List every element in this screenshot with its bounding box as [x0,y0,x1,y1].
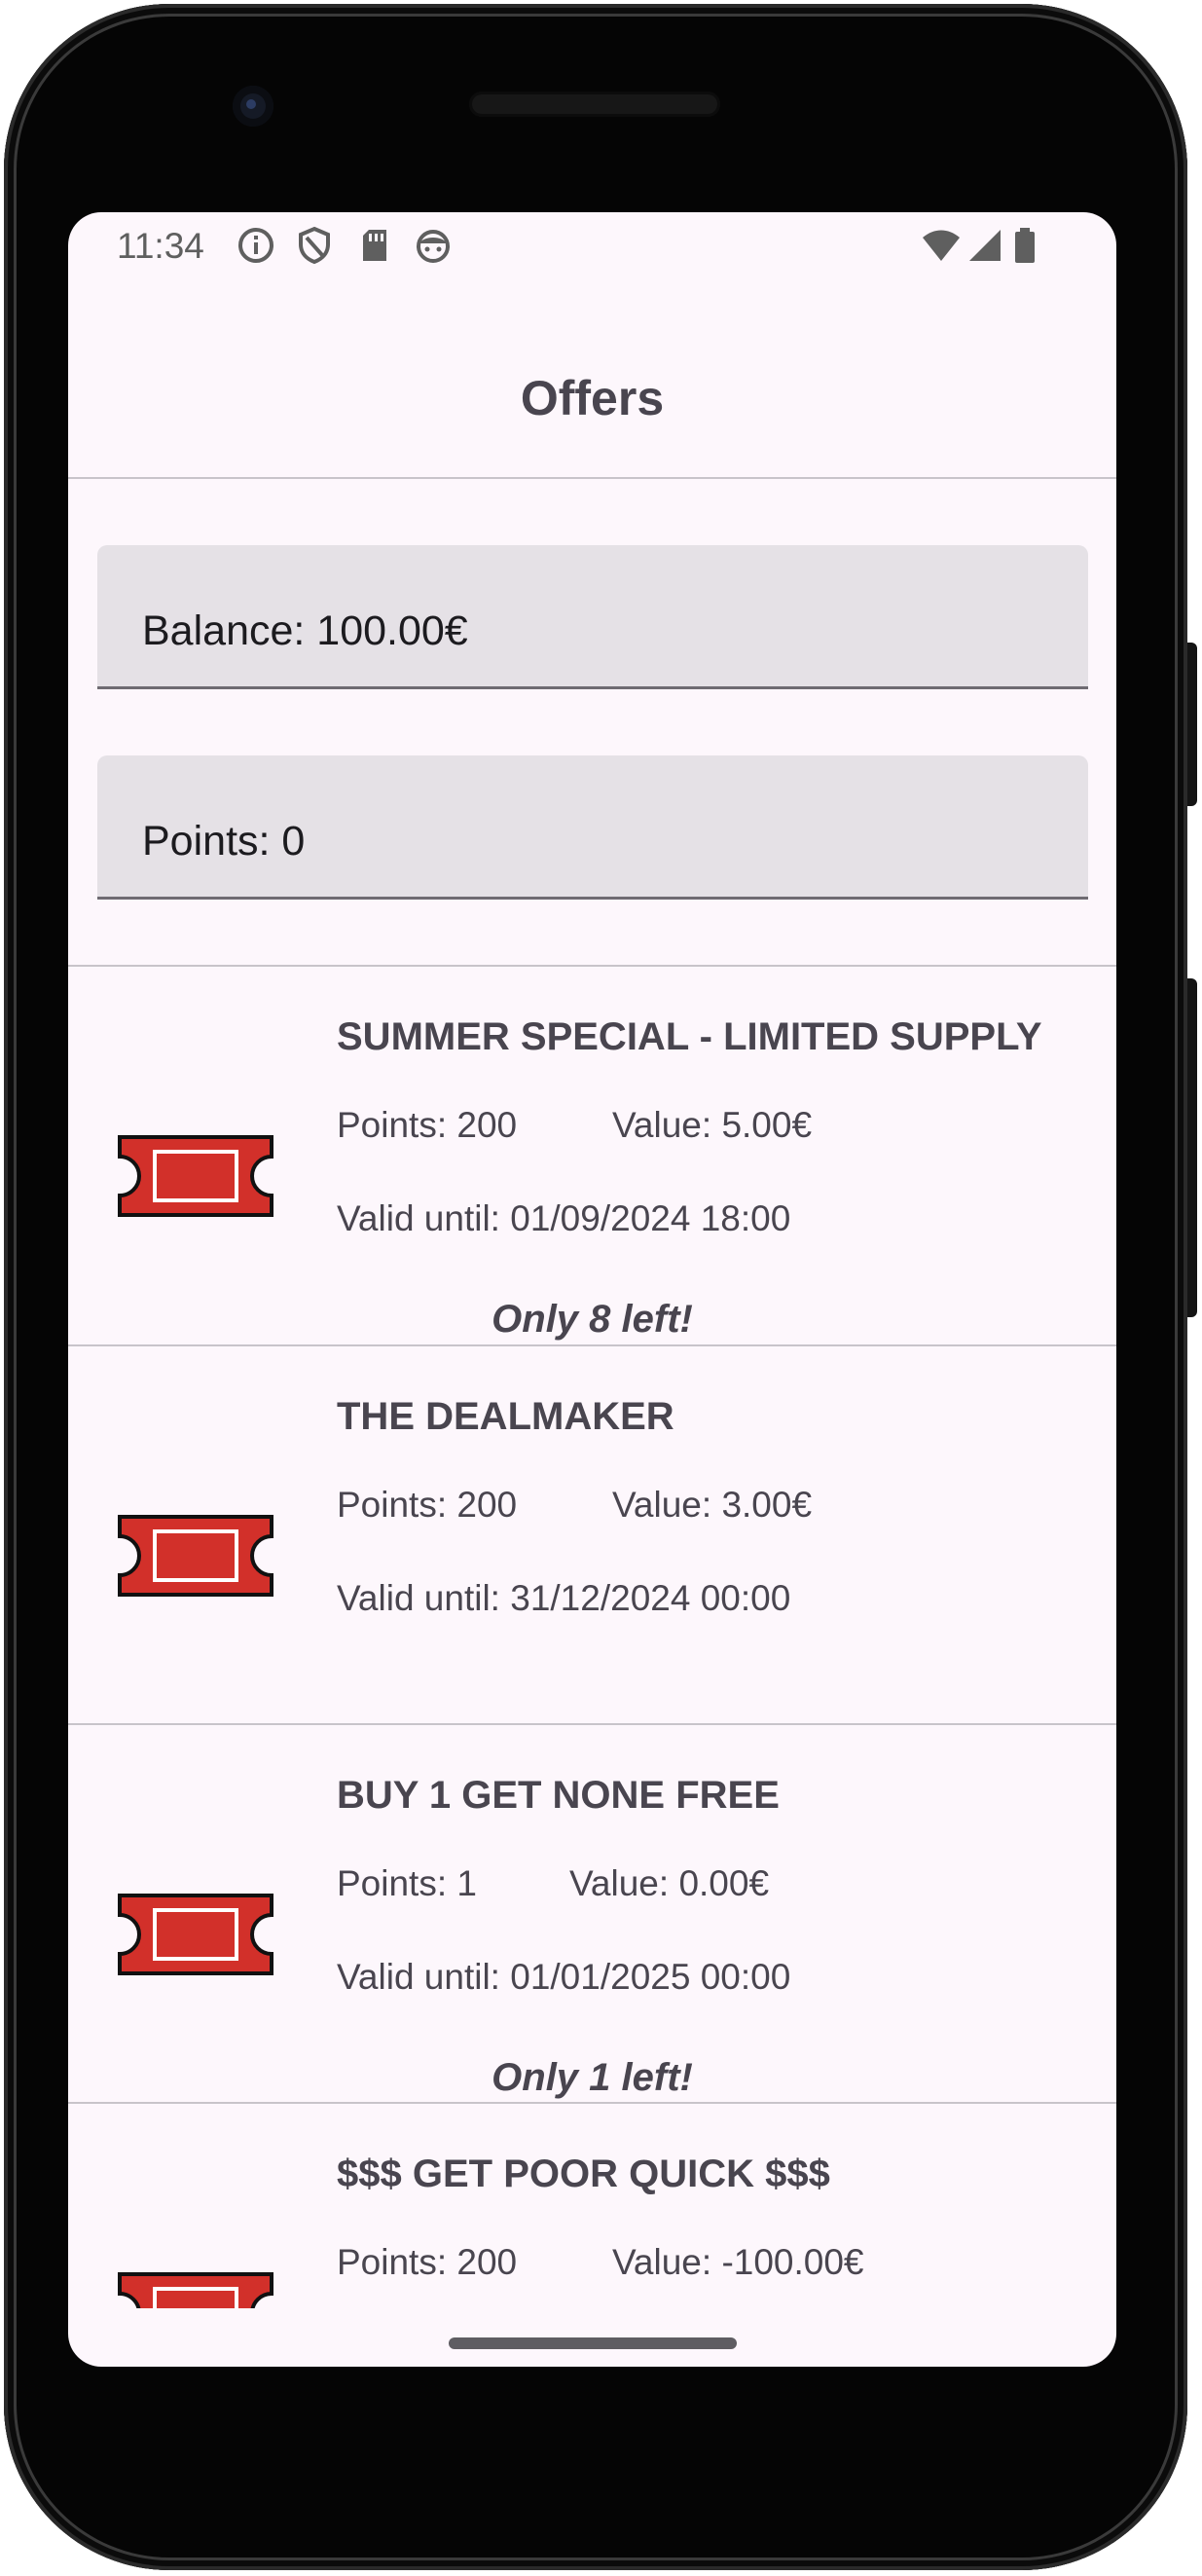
offer-points: Points: 200 [337,1485,518,1525]
battery-icon [1015,228,1035,263]
offer-title: BUY 1 GET NONE FREE [337,1774,780,1817]
offer-value: Value: -100.00€ [612,2242,864,2282]
earpiece-speaker [469,92,720,117]
info-icon [238,228,273,263]
home-gesture-bar[interactable] [449,2337,737,2349]
ticket-icon [118,1894,273,1975]
offer-title: SUMMER SPECIAL - LIMITED SUPPLY [337,1015,1042,1058]
balance-field[interactable]: Balance: 100.00€ [97,545,1088,689]
ticket-icon [118,2272,273,2308]
status-time: 11:34 [117,226,204,266]
offer-valid-until: Valid until: 31/12/2024 00:00 [337,1578,791,1618]
cellular-signal-icon [969,230,1001,261]
offer-points: Points: 200 [337,1105,518,1145]
shield-icon [299,226,330,265]
offer-item-buy-1-get-none-free[interactable]: BUY 1 GET NONE FREE Points: 1 Value: 0.0… [68,1725,1116,2103]
power-button [1187,978,1197,1317]
offer-value: Value: 5.00€ [612,1105,813,1145]
page-title: Offers [520,371,665,425]
app-bar-divider [68,477,1116,479]
android-face-icon [417,230,450,263]
volume-button [1187,643,1197,806]
ticket-icon [118,1515,273,1597]
offer-item-summer-special[interactable]: SUMMER SPECIAL - LIMITED SUPPLY Points: … [68,967,1116,1344]
offer-title: THE DEALMAKER [337,1395,674,1438]
status-bar: 11:34 [68,212,1116,280]
points-text: Points: 0 [142,818,306,865]
points-field[interactable]: Points: 0 [97,755,1088,900]
offer-title: $$$ GET POOR QUICK $$$ [337,2153,830,2195]
front-camera [233,86,273,127]
offer-value: Value: 0.00€ [569,1863,770,1903]
offer-stock-note: Only 8 left! [492,1298,693,1341]
offer-points: Points: 200 [337,2242,518,2282]
offer-stock-note: Only 1 left! [492,2056,693,2099]
ticket-icon [118,1135,273,1217]
offer-item-dealmaker[interactable]: THE DEALMAKER Points: 200 Value: 3.00€ V… [68,1346,1116,1724]
offer-value: Value: 3.00€ [612,1485,813,1525]
offer-valid-until: Valid until: 01/09/2024 18:00 [337,1198,791,1238]
wifi-icon [923,230,960,261]
offer-points: Points: 1 [337,1863,477,1903]
offer-valid-until: Valid until: 01/01/2025 00:00 [337,1957,791,1997]
offer-item-get-poor-quick[interactable]: $$$ GET POOR QUICK $$$ Points: 200 Value… [68,2104,1116,2308]
app-screen: 11:34 Offers Balance: 100.00€ Points: 0 … [68,212,1116,2367]
sd-card-icon [363,230,386,261]
balance-text: Balance: 100.00€ [142,607,468,654]
